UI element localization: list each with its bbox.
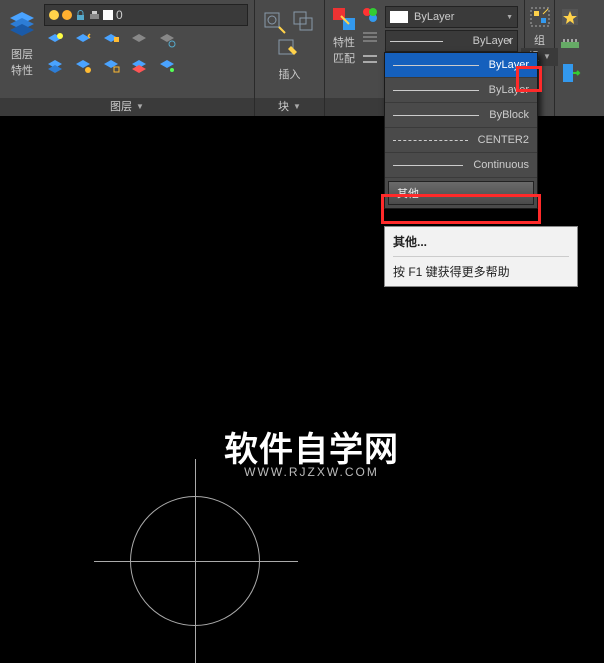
linetype-preview-icon — [393, 115, 479, 116]
match-properties-button[interactable] — [331, 6, 357, 32]
insert-label: 插入 — [279, 66, 301, 82]
circle-entity — [130, 496, 260, 626]
layer-more1-button[interactable] — [128, 30, 150, 52]
group-label: 组 — [534, 32, 545, 48]
group-button[interactable] — [529, 6, 551, 28]
dropdown-item-continuous[interactable]: Continuous — [385, 153, 537, 178]
layer-combo[interactable]: 0 — [44, 4, 248, 26]
layer-unlock-button[interactable] — [100, 56, 122, 78]
watermark-en: WWW.RJZXW.COM — [224, 465, 399, 479]
layer-properties-button[interactable]: 图层 特性 — [6, 4, 38, 78]
layer-off-button[interactable] — [44, 30, 66, 52]
layer-thaw-button[interactable] — [72, 56, 94, 78]
layer-more2-button[interactable] — [156, 30, 178, 52]
panel-block-title[interactable]: 块▼ — [255, 98, 324, 116]
linetype-preview-icon — [393, 65, 479, 66]
linetype-dropdown: ByLayer ByLayer ByBlock CENTER2 Continuo… — [384, 52, 538, 209]
lock-icon — [75, 10, 86, 21]
dropdown-item-byblock[interactable]: ByBlock — [385, 103, 537, 128]
dropdown-item-bylayer-1[interactable]: ByLayer — [385, 53, 537, 78]
annotation-red-box-arrow — [516, 66, 542, 92]
star-icon-button[interactable] — [559, 6, 583, 30]
create-block-button[interactable] — [292, 10, 318, 36]
combo-icon-3[interactable] — [361, 50, 381, 70]
layer-lock-button[interactable] — [100, 30, 122, 52]
color-combo[interactable]: ByLayer — [385, 6, 518, 28]
panel-layer-title[interactable]: 图层▼ — [0, 98, 254, 116]
lineweight-combo[interactable]: ByLayer — [385, 30, 518, 52]
panel-block: 插入 块▼ — [255, 0, 325, 116]
linetype-preview-icon — [393, 140, 468, 141]
sun-icon — [62, 10, 72, 20]
tooltip-help: 按 F1 键获得更多帮助 — [393, 263, 569, 280]
layer-match-button[interactable] — [128, 56, 150, 78]
linetype-preview-icon — [393, 90, 479, 91]
tooltip-title: 其他... — [393, 233, 569, 250]
layer-freeze-button[interactable] — [72, 30, 94, 52]
door-icon-button[interactable] — [559, 62, 583, 86]
match-properties-label: 特性 匹配 — [333, 34, 355, 66]
panel-layer: 图层 特性 0 — [0, 0, 255, 116]
combo-icon-1[interactable] — [361, 6, 381, 26]
color-swatch-icon — [103, 10, 113, 20]
dropdown-item-bylayer-2[interactable]: ByLayer — [385, 78, 537, 103]
watermark: 软件自学网 WWW.RJZXW.COM — [224, 422, 399, 479]
measure-icon-button[interactable] — [559, 34, 583, 58]
white-swatch-icon — [390, 11, 408, 23]
tooltip: 其他... 按 F1 键获得更多帮助 — [384, 226, 578, 287]
annotation-red-box-other — [381, 194, 541, 224]
linetype-preview-icon — [393, 165, 463, 166]
line-preview-icon — [390, 41, 443, 42]
print-icon — [89, 10, 100, 21]
edit-block-button[interactable] — [277, 38, 303, 64]
layer-prev-button[interactable] — [156, 56, 178, 78]
insert-block-button[interactable] — [262, 10, 288, 36]
layer-stack-icon — [6, 8, 38, 40]
combo-icon-2[interactable] — [361, 28, 381, 48]
bulb-icon — [49, 10, 59, 20]
layer-properties-label: 图层 特性 — [6, 46, 38, 78]
watermark-cn: 软件自学网 — [224, 422, 399, 471]
dropdown-item-center2[interactable]: CENTER2 — [385, 128, 537, 153]
right-icons — [555, 0, 587, 116]
layer-iso-button[interactable] — [44, 56, 66, 78]
current-layer-name: 0 — [116, 8, 123, 22]
